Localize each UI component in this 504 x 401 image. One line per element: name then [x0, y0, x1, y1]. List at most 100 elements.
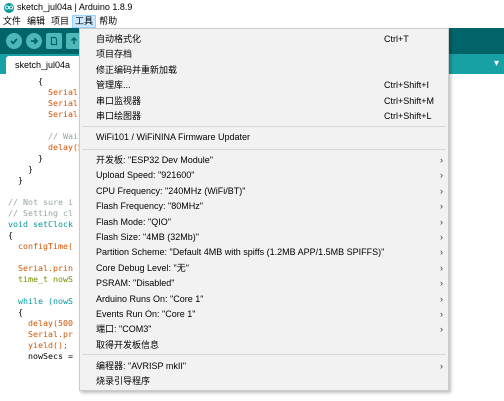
menu-item[interactable]: 开发板: "ESP32 Dev Module" › [80, 153, 448, 168]
menu-item-label: 开发板: "ESP32 Dev Module" [96, 155, 213, 165]
code-line: delay(500 [8, 318, 73, 328]
menu-item[interactable]: Flash Frequency: "80MHz" › [80, 199, 448, 214]
submenu-arrow-icon: › [440, 262, 443, 273]
menu-item[interactable]: 串口绘图器 Ctrl+Shift+L [80, 109, 448, 124]
menu-item[interactable]: 编程器: "AVRISP mkII" › [80, 359, 448, 374]
menu-item-label: 串口绘图器 [96, 111, 142, 121]
submenu-arrow-icon: › [440, 324, 443, 335]
menu-help[interactable]: 帮助 [96, 15, 120, 28]
menu-file[interactable]: 文件 [0, 15, 24, 28]
code-line: } [8, 164, 33, 174]
title-bar: sketch_jul04a | Arduino 1.8.9 [0, 0, 504, 15]
new-sketch-button[interactable] [46, 33, 62, 49]
menu-item-label: Upload Speed: "921600" [96, 170, 195, 181]
menu-item[interactable]: 端口: "COM3" › [80, 322, 448, 337]
menu-item-shortcut: Ctrl+Shift+M [384, 95, 435, 106]
code-line: } [8, 153, 43, 163]
menu-item-shortcut: Ctrl+Shift+L [384, 111, 432, 121]
menu-separator [82, 126, 446, 127]
menu-item[interactable]: Upload Speed: "921600" › [80, 168, 448, 183]
menu-item[interactable]: 管理库... Ctrl+Shift+I [80, 78, 448, 93]
code-line: // Wait [8, 131, 83, 141]
menu-item[interactable]: Flash Size: "4MB (32Mb)" › [80, 230, 448, 245]
menu-item-label: 编程器: "AVRISP mkII" [96, 361, 187, 371]
menu-item[interactable]: 项目存档 [80, 47, 448, 62]
menu-bar: 文件 编辑 项目 工具 帮助 [0, 15, 504, 28]
code-line: configTime( [8, 241, 73, 251]
code-line: yield(); [8, 340, 68, 350]
menu-item[interactable]: Events Run On: "Core 1" › [80, 307, 448, 322]
code-line: Serial.prin [8, 263, 73, 273]
code-line: Serial. [8, 109, 83, 119]
menu-item[interactable]: Core Debug Level: "无" › [80, 261, 448, 276]
menu-item-label: 取得开发板信息 [96, 339, 160, 350]
code-line: nowSecs = [8, 351, 73, 361]
menu-item-shortcut: Ctrl+T [384, 34, 409, 44]
menu-item-label: 串口监视器 [96, 95, 142, 106]
open-icon [70, 36, 78, 44]
menu-item[interactable]: Partition Scheme: "Default 4MB with spif… [80, 245, 448, 260]
submenu-arrow-icon: › [440, 170, 443, 181]
menu-item[interactable]: PSRAM: "Disabled" › [80, 276, 448, 291]
code-line: { [8, 230, 13, 240]
menu-item-shortcut: Ctrl+Shift+I [384, 80, 430, 91]
menu-item-label: Arduino Runs On: "Core 1" [96, 293, 204, 304]
submenu-arrow-icon: › [440, 293, 443, 304]
menu-item-label: 修正编码并重新加载 [96, 64, 178, 75]
submenu-arrow-icon: › [440, 155, 443, 165]
code-line: Serial. [8, 87, 83, 97]
code-line: // Setting cl [8, 208, 73, 218]
menu-item[interactable]: 修正编码并重新加载 [80, 63, 448, 78]
menu-sketch[interactable]: 项目 [48, 15, 72, 28]
code-line: Serial.pr [8, 329, 73, 339]
code-line: // Not sure i [8, 197, 73, 207]
menu-item-label: WiFi101 / WiFiNINA Firmware Updater [96, 132, 251, 142]
menu-item-label: CPU Frequency: "240MHz (WiFi/BT)" [96, 185, 246, 196]
menu-edit[interactable]: 编辑 [24, 15, 48, 28]
submenu-arrow-icon: › [440, 232, 443, 242]
menu-item-label: 管理库... [96, 80, 131, 91]
menu-tools[interactable]: 工具 [72, 15, 97, 28]
submenu-arrow-icon: › [440, 247, 443, 258]
menu-item[interactable]: Flash Mode: "QIO" › [80, 215, 448, 230]
new-file-icon [50, 36, 58, 46]
code-line: time_t nowS [8, 274, 73, 284]
verify-button[interactable] [6, 33, 22, 49]
menu-item-label: Flash Mode: "QIO" [96, 216, 171, 227]
submenu-arrow-icon: › [440, 216, 443, 227]
menu-item-label: 自动格式化 [96, 34, 142, 44]
menu-item[interactable]: WiFi101 / WiFiNINA Firmware Updater [80, 130, 448, 145]
window-title: sketch_jul04a | Arduino 1.8.9 [17, 2, 133, 12]
menu-item[interactable]: 串口监视器 Ctrl+Shift+M [80, 94, 448, 109]
tab-menu-chevron-icon[interactable]: ▾ [494, 58, 499, 69]
menu-item[interactable]: 自动格式化 Ctrl+T [80, 32, 448, 47]
menu-item[interactable]: Arduino Runs On: "Core 1" › [80, 292, 448, 307]
tools-menu-dropdown: 自动格式化 Ctrl+T 项目存档修正编码并重新加载 管理库... Ctrl+Shift… [79, 28, 449, 391]
code-line: } [8, 175, 23, 185]
arrow-right-icon [31, 37, 39, 45]
menu-item-label: Partition Scheme: "Default 4MB with spif… [96, 247, 385, 258]
menu-item-label: Events Run On: "Core 1" [96, 309, 196, 319]
arduino-logo-icon [4, 2, 14, 13]
menu-item-label: Flash Size: "4MB (32Mb)" [96, 232, 199, 242]
upload-button[interactable] [26, 33, 42, 49]
menu-item[interactable]: 取得开发板信息 [80, 338, 448, 353]
code-line: void setClock [8, 219, 73, 229]
code-line: delay(5 [8, 142, 83, 152]
menu-item-label: Core Debug Level: "无" [96, 262, 189, 273]
menu-item-label: Flash Frequency: "80MHz" [96, 201, 203, 212]
code-line: while (nowS [8, 296, 73, 306]
menu-item-label: 项目存档 [96, 49, 133, 60]
menu-item-label: 烧录引导程序 [96, 376, 151, 387]
submenu-arrow-icon: › [440, 278, 443, 289]
code-line: Serial. [8, 98, 83, 108]
submenu-arrow-icon: › [440, 185, 443, 196]
submenu-arrow-icon: › [440, 309, 443, 319]
submenu-arrow-icon: › [440, 201, 443, 212]
menu-item[interactable]: 烧录引导程序 [80, 374, 448, 389]
code-line: { [8, 76, 43, 86]
checkmark-icon [10, 38, 18, 45]
menu-item-label: PSRAM: "Disabled" [96, 278, 175, 289]
menu-separator [82, 149, 446, 150]
menu-item[interactable]: CPU Frequency: "240MHz (WiFi/BT)" › [80, 184, 448, 199]
